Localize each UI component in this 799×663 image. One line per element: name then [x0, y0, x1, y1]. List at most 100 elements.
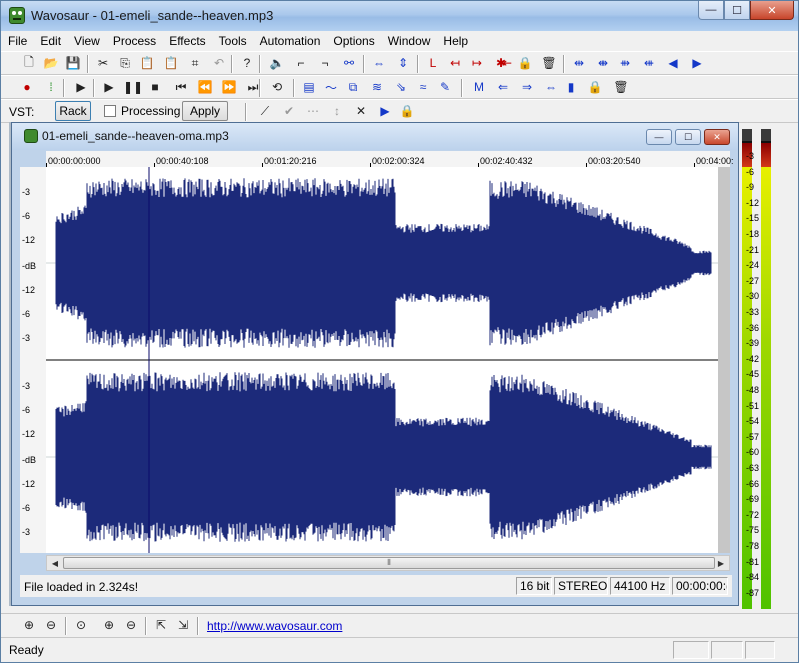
marker-fwd-icon[interactable]: ⇒ — [519, 79, 535, 95]
eq-icon[interactable]: ≈ — [415, 79, 431, 95]
pause-icon[interactable]: ❚❚ — [123, 79, 143, 95]
save-icon[interactable]: 💾 — [65, 55, 81, 71]
points-icon[interactable]: ⋯ — [305, 103, 321, 119]
zoom-in-wave-icon[interactable]: ⇼ — [595, 55, 611, 71]
marker-left-icon[interactable]: ↤ — [447, 55, 463, 71]
spread-icon[interactable]: ↕ — [329, 103, 345, 119]
play-from-start-icon[interactable]: ▶ — [73, 79, 89, 95]
apply-button[interactable]: Apply — [182, 101, 228, 121]
new-file-icon[interactable]: 🗋 — [21, 55, 37, 71]
title-bar[interactable]: Wavosaur - 01-emeli_sande--heaven.mp3 — … — [1, 1, 798, 31]
doc-maximize-button[interactable]: ☐ — [675, 129, 701, 145]
close-button[interactable]: ✕ — [750, 1, 794, 20]
marker-select-icon[interactable]: ▮ — [563, 79, 579, 95]
zoom-select-icon[interactable]: ⇻ — [617, 55, 633, 71]
prev-region-icon[interactable]: ◀ — [665, 55, 681, 71]
convert-icon[interactable]: ⧉ — [345, 79, 361, 95]
marker-m-icon[interactable]: M — [471, 79, 487, 95]
pencil-icon[interactable]: ✎ — [437, 79, 453, 95]
rewind-icon[interactable]: ⏪ — [197, 79, 213, 95]
lock-icon[interactable]: 🔒 — [517, 55, 533, 71]
help-icon[interactable]: ? — [239, 55, 255, 71]
gain-icon[interactable]: ⇕ — [395, 55, 411, 71]
zoom-wave-icon[interactable]: ⇹ — [571, 55, 587, 71]
doc-minimize-button[interactable]: — — [646, 129, 672, 145]
menu-edit[interactable]: Edit — [33, 31, 67, 51]
zoom-out-wave-icon[interactable]: ⇺ — [641, 55, 657, 71]
select-play-icon[interactable]: ▶ — [377, 103, 393, 119]
meter-db-label: -57 — [746, 431, 760, 442]
fit-v-icon[interactable]: ⇲ — [175, 617, 191, 633]
envelope-icon[interactable]: ⟋ — [257, 103, 273, 119]
menu-window[interactable]: Window — [381, 31, 437, 51]
scroll-right-arrow-icon[interactable]: ▶ — [713, 556, 729, 570]
time-ruler[interactable]: 00:00:00:000 00:00:40:108 00:01:20:216 00:0… — [46, 151, 734, 167]
menu-help[interactable]: Help — [436, 31, 474, 51]
check-icon[interactable]: ✔ — [281, 103, 297, 119]
marker-join-icon[interactable]: ⇔ — [543, 79, 559, 95]
marker-lock-icon[interactable]: 🔒 — [587, 79, 603, 95]
menu-automation[interactable]: Automation — [253, 31, 327, 51]
menu-file[interactable]: File — [1, 31, 33, 51]
zoom-in-icon[interactable]: ⊕ — [21, 617, 37, 633]
vertical-scrollbar[interactable] — [718, 167, 730, 553]
zoom-in-v-icon[interactable]: ⊕ — [101, 617, 117, 633]
marker-trash-icon[interactable]: 🗑 — [613, 79, 629, 95]
zoom-out-icon[interactable]: ⊖ — [43, 617, 59, 633]
fade-in-icon[interactable]: ⌐ — [293, 55, 309, 71]
trash-icon[interactable]: 🗑 — [541, 55, 557, 71]
document-title-bar[interactable]: 01-emeli_sande--heaven-oma.mp3 — ☐ ✕ — [12, 123, 738, 150]
skip-start-icon[interactable]: ⏮ — [173, 79, 189, 95]
batch-icon[interactable]: ▤ — [301, 79, 317, 95]
marker-start-icon[interactable]: L — [425, 55, 441, 71]
menu-process[interactable]: Process — [106, 31, 162, 51]
crop-icon[interactable]: ⌗ — [187, 55, 203, 71]
resample-icon[interactable]: ≋ — [369, 79, 385, 95]
fade-out-icon[interactable]: ¬ — [317, 55, 333, 71]
record-icon[interactable]: ● — [19, 79, 35, 95]
menu-tools[interactable]: Tools — [212, 31, 253, 51]
record-settings-icon[interactable]: ⁞ — [43, 79, 59, 95]
zoom-full-icon[interactable]: ⊙ — [73, 617, 89, 633]
waveform-view[interactable] — [46, 167, 718, 553]
website-link[interactable]: http://www.wavosaur.com — [207, 619, 342, 633]
stop-icon[interactable]: ■ — [147, 79, 163, 95]
cut-icon[interactable]: ✂ — [95, 55, 111, 71]
menu-options[interactable]: Options — [326, 31, 380, 51]
copy-icon[interactable]: ⎘ — [117, 55, 133, 71]
marker-back-icon[interactable]: ⇐ — [495, 79, 511, 95]
marker-prev-icon[interactable]: ⇤ — [499, 55, 515, 71]
paste-icon[interactable]: 📋 — [139, 55, 155, 71]
db-label: -dB — [22, 455, 37, 465]
rack-button[interactable]: Rack — [55, 101, 91, 121]
menu-effects[interactable]: Effects — [162, 31, 211, 51]
waveform-svg[interactable] — [46, 167, 718, 553]
speaker-icon[interactable]: 🔈 — [269, 55, 285, 71]
fast-forward-icon[interactable]: ⏩ — [221, 79, 237, 95]
zoom-out-v-icon[interactable]: ⊖ — [123, 617, 139, 633]
loop-icon[interactable]: ⟲ — [269, 79, 285, 95]
scroll-left-arrow-icon[interactable]: ◀ — [47, 556, 63, 570]
menu-view[interactable]: View — [67, 31, 106, 51]
open-folder-icon[interactable]: 📂 — [43, 55, 59, 71]
meter-db-label: -33 — [746, 307, 760, 317]
normalize-icon[interactable]: ⇔ — [371, 55, 387, 71]
spectrum-icon[interactable]: 〜 — [323, 79, 339, 95]
undo-icon[interactable]: ↶ — [211, 55, 227, 71]
crossfade-icon[interactable]: ⚯ — [341, 55, 357, 71]
minimize-button[interactable]: — — [698, 1, 724, 20]
scroll-thumb[interactable]: ⦀ — [63, 557, 715, 569]
maximize-button[interactable]: ☐ — [724, 1, 750, 20]
delete-x-icon[interactable]: ✕ — [353, 103, 369, 119]
filter-icon[interactable]: ⇘ — [393, 79, 409, 95]
marker-right-icon[interactable]: ↦ — [469, 55, 485, 71]
next-region-icon[interactable]: ▶ — [689, 55, 705, 71]
doc-close-button[interactable]: ✕ — [704, 129, 730, 145]
ruler-time-label: 00:02:40:432 — [480, 156, 533, 166]
env-lock-icon[interactable]: 🔒 — [399, 103, 415, 119]
fit-h-icon[interactable]: ⇱ — [153, 617, 169, 633]
processing-checkbox[interactable] — [104, 105, 116, 117]
horizontal-scrollbar[interactable]: ◀ ⦀ ▶ — [46, 555, 730, 571]
paste-mix-icon[interactable]: 📋 — [163, 55, 179, 71]
play-icon[interactable]: ▶ — [101, 79, 117, 95]
